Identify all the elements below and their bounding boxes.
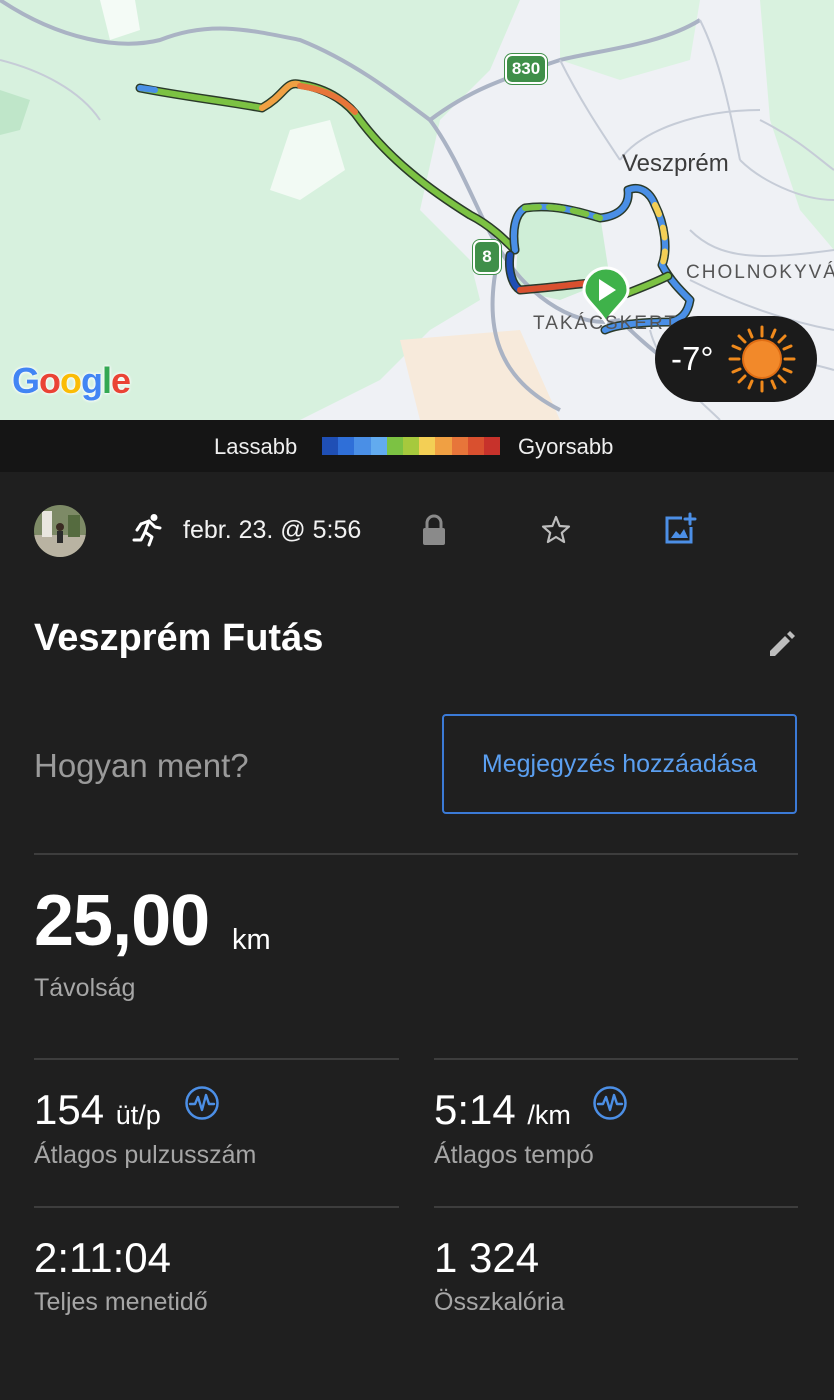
pace-color-scale	[322, 437, 501, 455]
pace-color-swatch	[354, 437, 371, 455]
avg-heart-rate-value: 154	[34, 1086, 105, 1133]
calories-label: Összkalória	[434, 1288, 565, 1316]
divider	[34, 1058, 399, 1060]
divider	[434, 1058, 798, 1060]
legend-faster-label: Gyorsabb	[518, 434, 614, 459]
how-did-it-go-prompt[interactable]: Hogyan ment?	[34, 747, 249, 785]
map-district-label: TAKÁCSKERT	[533, 313, 678, 334]
sun-icon	[728, 325, 796, 393]
lock-icon[interactable]	[420, 514, 448, 546]
activity-title: Veszprém Futás	[34, 617, 324, 659]
legend-slower-label: Lassabb	[214, 434, 298, 459]
pace-color-swatch	[467, 437, 484, 455]
pace-color-swatch	[451, 437, 468, 455]
map-district-label: CHOLNOKYVÁR	[686, 262, 834, 283]
divider	[34, 1206, 399, 1208]
add-photo-icon[interactable]	[663, 512, 697, 546]
heart-rate-chart-icon[interactable]	[184, 1085, 220, 1121]
divider	[34, 853, 798, 855]
avg-heart-rate-stat: 154 üt/p	[34, 1086, 161, 1134]
add-note-button[interactable]: Megjegyzés hozzáadása	[442, 714, 797, 814]
pace-color-swatch	[483, 437, 501, 455]
avg-pace-value: 5:14	[434, 1086, 516, 1133]
pace-color-swatch	[419, 437, 436, 455]
pace-color-swatch	[322, 437, 339, 455]
pace-color-swatch	[402, 437, 420, 455]
pace-chart-icon[interactable]	[592, 1085, 628, 1121]
avg-heart-rate-label: Átlagos pulzusszám	[34, 1141, 257, 1169]
road-shield: 830	[505, 54, 547, 84]
pace-color-swatch	[370, 437, 387, 455]
divider	[434, 1206, 798, 1208]
total-time-value: 2:11:04	[34, 1234, 172, 1281]
weather-temperature: -7°	[671, 340, 714, 377]
pace-color-swatch	[338, 437, 355, 455]
calories-value: 1 324	[434, 1234, 540, 1281]
pace-color-swatch	[386, 437, 403, 455]
avg-pace-label: Átlagos tempó	[434, 1141, 594, 1169]
avg-pace-stat: 5:14 /km	[434, 1086, 571, 1134]
distance-value: 25,00	[34, 881, 210, 961]
google-logo: Google	[12, 360, 131, 401]
running-icon	[132, 514, 162, 547]
map-city-label: Veszprém	[622, 150, 729, 177]
avg-pace-unit: /km	[527, 1100, 571, 1130]
avatar[interactable]	[34, 505, 86, 557]
activity-date: febr. 23. @ 5:56	[183, 516, 362, 544]
distance-unit: km	[232, 924, 271, 956]
distance-label: Távolság	[34, 974, 136, 1002]
edit-pencil-icon[interactable]	[766, 627, 798, 659]
weather-badge: -7°	[655, 316, 817, 402]
road-shield: 8	[473, 240, 501, 274]
pace-legend: Lassabb Gyorsabb	[0, 420, 834, 472]
total-time-label: Teljes menetidő	[34, 1288, 208, 1316]
route-map[interactable]: Veszprém CHOLNOKYVÁR TAKÁCSKERT 830 8 Go…	[0, 0, 834, 420]
star-icon[interactable]	[540, 514, 572, 546]
pace-color-swatch	[435, 437, 452, 455]
avg-heart-rate-unit: üt/p	[115, 1100, 161, 1130]
